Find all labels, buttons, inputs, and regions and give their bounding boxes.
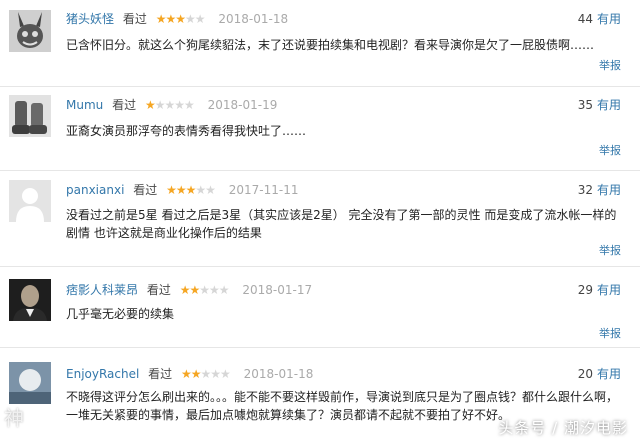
watched-label: 看过 — [122, 12, 147, 26]
comment-meta: EnjoyRachel 看过 ★★★★★ 2018-01-18 — [66, 365, 313, 383]
star-filled-icon: ★ — [175, 12, 186, 26]
star-filled-icon: ★ — [166, 183, 177, 197]
useful-label[interactable]: 有用 — [597, 283, 621, 297]
vote-count: 20 — [577, 367, 593, 381]
star-filled-icon: ★ — [144, 98, 156, 112]
star-filled-icon: ★ — [155, 12, 167, 26]
comment-item: Mumu 看过 ★★★★★ 2018-01-19 35 有用 亚裔女演员那浮夸的表… — [0, 87, 640, 170]
comment-text: 没看过之前是5星 看过之后是3星（其实应该是2星） 完全没有了第一部的灵性 而是… — [66, 208, 617, 240]
star-empty-icon: ★ — [220, 367, 231, 381]
star-filled-icon: ★ — [165, 12, 176, 26]
username-link[interactable]: 猪头妖怪 — [66, 12, 114, 26]
portrait-avatar[interactable] — [9, 279, 51, 321]
watermark: 头条号 / 潮汐电影 — [498, 419, 628, 437]
comment-item: panxianxi 看过 ★★★★★ 2017-11-11 32 有用 没看过之前… — [0, 171, 640, 266]
rating-stars: ★★★★★ — [144, 96, 195, 114]
star-empty-icon: ★ — [164, 98, 175, 112]
rabbit-avatar[interactable] — [9, 10, 51, 52]
useful-label[interactable]: 有用 — [597, 98, 621, 112]
star-filled-icon: ★ — [180, 367, 192, 381]
watermark-left: 神 — [4, 406, 24, 430]
rating-stars: ★★★★★ — [166, 181, 216, 199]
star-empty-icon: ★ — [208, 283, 220, 297]
watched-label: 看过 — [146, 283, 171, 297]
star-filled-icon: ★ — [185, 183, 197, 197]
star-filled-icon: ★ — [189, 283, 200, 297]
report-link[interactable]: 举报 — [599, 142, 621, 158]
comment-date: 2018-01-18 — [218, 12, 289, 26]
useful-vote-button[interactable]: 20 有用 — [578, 365, 621, 383]
star-filled-icon: ★ — [190, 367, 202, 381]
comment-text: 已含怀旧分。就这么个狗尾续貂法，末了还说要拍续集和电视剧？看来导演你是欠了一屁股… — [66, 38, 595, 52]
watched-label: 看过 — [148, 367, 173, 381]
vote-count: 35 — [577, 98, 593, 112]
star-filled-icon: ★ — [175, 183, 187, 197]
comment-date: 2018-01-19 — [207, 98, 278, 112]
useful-vote-button[interactable]: 35 有用 — [578, 96, 621, 114]
comment-date: 2018-01-18 — [243, 367, 314, 381]
star-empty-icon: ★ — [195, 183, 206, 197]
useful-vote-button[interactable]: 29 有用 — [578, 281, 621, 299]
vote-count: 44 — [577, 12, 593, 26]
comment-meta: 猪头妖怪 看过 ★★★★★ 2018-01-18 — [66, 10, 288, 28]
star-empty-icon: ★ — [205, 183, 216, 197]
star-empty-icon: ★ — [194, 12, 206, 26]
star-empty-icon: ★ — [184, 12, 196, 26]
report-link[interactable]: 举报 — [599, 242, 621, 258]
username-link[interactable]: Mumu — [66, 98, 103, 112]
comment-text: 几乎毫无必要的续集 — [66, 307, 175, 321]
watched-label: 看过 — [133, 183, 158, 197]
comment-meta: panxianxi 看过 ★★★★★ 2017-11-11 — [66, 181, 298, 199]
star-empty-icon: ★ — [154, 98, 166, 112]
username-link[interactable]: panxianxi — [66, 183, 124, 197]
comment-text: 亚裔女演员那浮夸的表情秀看得我快吐了…… — [66, 124, 307, 138]
boots-avatar[interactable] — [9, 95, 51, 137]
glow-avatar[interactable] — [9, 362, 51, 404]
comment-item: 痞影人科莱昂 看过 ★★★★★ 2018-01-17 29 有用 几乎毫无必要的续… — [0, 267, 640, 347]
comment-date: 2018-01-17 — [242, 283, 313, 297]
star-empty-icon: ★ — [210, 367, 221, 381]
rating-stars: ★★★★★ — [180, 365, 231, 383]
rating-stars: ★★★★★ — [179, 281, 230, 299]
star-empty-icon: ★ — [199, 283, 210, 297]
useful-label[interactable]: 有用 — [597, 367, 621, 381]
report-link[interactable]: 举报 — [599, 57, 621, 73]
star-empty-icon: ★ — [200, 367, 212, 381]
vote-count: 32 — [577, 183, 593, 197]
star-empty-icon: ★ — [184, 98, 195, 112]
vote-count: 29 — [577, 283, 593, 297]
useful-vote-button[interactable]: 32 有用 — [578, 181, 621, 199]
star-empty-icon: ★ — [218, 283, 230, 297]
comment-date: 2017-11-11 — [228, 183, 299, 197]
star-empty-icon: ★ — [174, 98, 185, 112]
comment-item: 猪头妖怪 看过 ★★★★★ 2018-01-18 44 有用 已含怀旧分。就这么个… — [0, 0, 640, 87]
default-avatar[interactable] — [9, 180, 51, 222]
username-link[interactable]: EnjoyRachel — [66, 367, 139, 381]
star-filled-icon: ★ — [179, 283, 191, 297]
report-link[interactable]: 举报 — [599, 325, 621, 341]
watched-label: 看过 — [112, 98, 137, 112]
username-link[interactable]: 痞影人科莱昂 — [66, 283, 138, 297]
comment-meta: Mumu 看过 ★★★★★ 2018-01-19 — [66, 96, 277, 114]
useful-vote-button[interactable]: 44 有用 — [578, 10, 621, 28]
useful-label[interactable]: 有用 — [597, 183, 621, 197]
useful-label[interactable]: 有用 — [597, 12, 621, 26]
comment-meta: 痞影人科莱昂 看过 ★★★★★ 2018-01-17 — [66, 281, 312, 299]
rating-stars: ★★★★★ — [155, 10, 206, 28]
